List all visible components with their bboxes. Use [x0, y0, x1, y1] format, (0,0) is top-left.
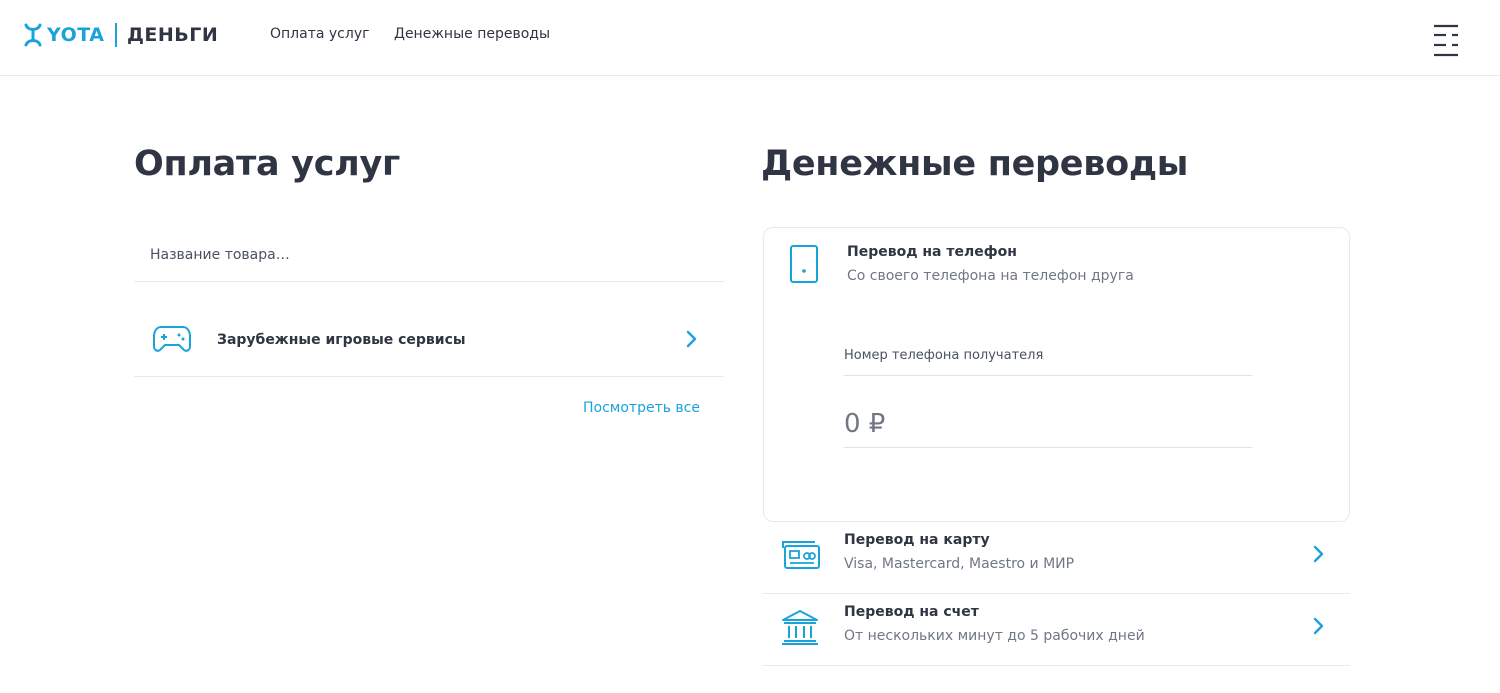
logo-yota-text: YOTA	[47, 24, 105, 46]
account-transfer-title: Перевод на счет	[844, 604, 979, 620]
chevron-right-icon	[1313, 545, 1324, 563]
gamepad-icon	[153, 326, 191, 352]
card-transfer-title: Перевод на карту	[844, 532, 990, 548]
card-transfer-item[interactable]: Перевод на карту Visa, Mastercard, Maest…	[763, 522, 1350, 594]
view-all-link[interactable]: Посмотреть все	[583, 400, 700, 416]
yota-logo-icon	[24, 23, 42, 47]
phone-transfer-card: Перевод на телефон Со своего телефона на…	[763, 227, 1350, 522]
chevron-right-icon	[1313, 617, 1324, 635]
bank-icon	[782, 610, 818, 645]
recipient-phone-input[interactable]	[844, 336, 1252, 376]
product-search-input[interactable]	[134, 228, 724, 282]
account-transfer-subtitle: От нескольких минут до 5 рабочих дней	[844, 628, 1145, 644]
phone-transfer-title: Перевод на телефон	[847, 244, 1017, 260]
payments-title: Оплата услуг	[134, 144, 400, 184]
site-header: YOTA ДЕНЬГИ Оплата услуг Денежные перево…	[0, 0, 1500, 76]
service-item-foreign-games[interactable]: Зарубежные игровые сервисы	[134, 304, 724, 377]
phone-icon	[790, 245, 818, 283]
chevron-right-icon	[686, 330, 697, 348]
transfers-title: Денежные переводы	[761, 144, 1189, 184]
account-transfer-item[interactable]: Перевод на счет От нескольких минут до 5…	[763, 594, 1350, 666]
card-transfer-subtitle: Visa, Mastercard, Maestro и МИР	[844, 556, 1075, 572]
amount-input[interactable]	[844, 400, 1252, 448]
card-icon	[782, 541, 820, 569]
logo-money-text: ДЕНЬГИ	[126, 24, 219, 46]
logo-divider	[115, 23, 117, 47]
yota-money-logo[interactable]: YOTA ДЕНЬГИ	[24, 22, 218, 48]
phone-transfer-subtitle: Со своего телефона на телефон друга	[847, 268, 1134, 284]
menu-icon[interactable]	[1432, 24, 1460, 58]
service-item-label: Зарубежные игровые сервисы	[217, 332, 466, 348]
nav-link-transfers[interactable]: Денежные переводы	[394, 26, 550, 42]
nav-link-payments[interactable]: Оплата услуг	[270, 26, 369, 42]
